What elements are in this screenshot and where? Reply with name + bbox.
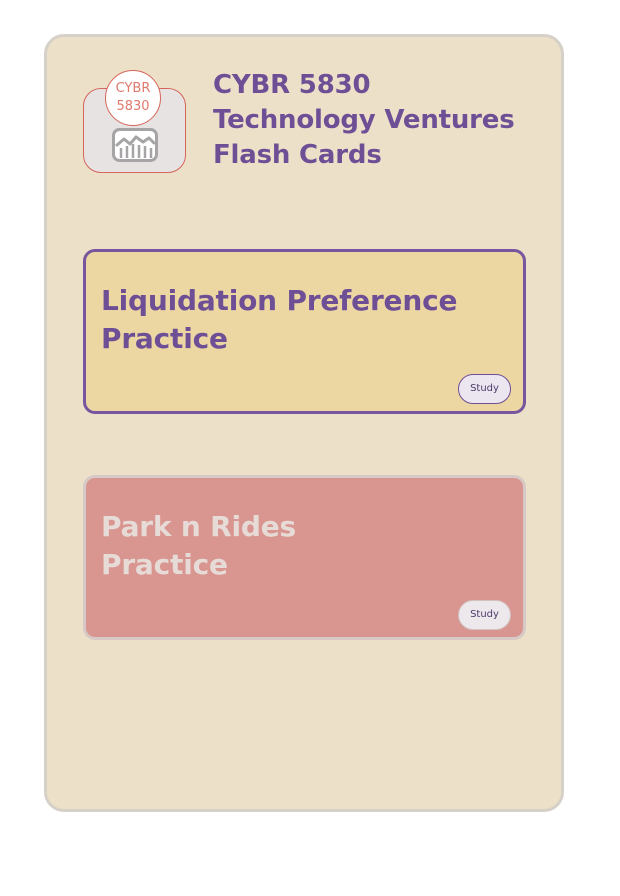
deck-title-line-1: Park n Rides	[101, 510, 296, 543]
chart-icon	[112, 128, 158, 162]
deck-title-line-2: Practice	[101, 548, 228, 581]
page-title: CYBR 5830 Technology Ventures Flash Card…	[213, 68, 515, 173]
app-panel: CYBR 5830 CYBR 5830 Technology Ventures …	[44, 34, 564, 812]
logo-badge-line-2: 5830	[116, 99, 150, 114]
page-title-line-3: Flash Cards	[213, 140, 382, 170]
page-title-line-1: CYBR 5830	[213, 70, 371, 100]
logo-badge: CYBR 5830	[105, 70, 161, 126]
deck-title-line-2: Practice	[101, 322, 228, 355]
deck-title: Park n Rides Practice	[101, 508, 296, 584]
deck-card-park-n-rides[interactable]: Park n Rides Practice Study	[83, 475, 526, 640]
study-button[interactable]: Study	[458, 374, 511, 404]
page-title-line-2: Technology Ventures	[213, 105, 515, 135]
deck-title: Liquidation Preference Practice	[101, 282, 457, 358]
deck-card-liquidation-preference[interactable]: Liquidation Preference Practice Study	[83, 249, 526, 414]
deck-title-line-1: Liquidation Preference	[101, 284, 458, 317]
study-button[interactable]: Study	[458, 600, 511, 630]
logo-badge-line-1: CYBR	[115, 81, 151, 96]
